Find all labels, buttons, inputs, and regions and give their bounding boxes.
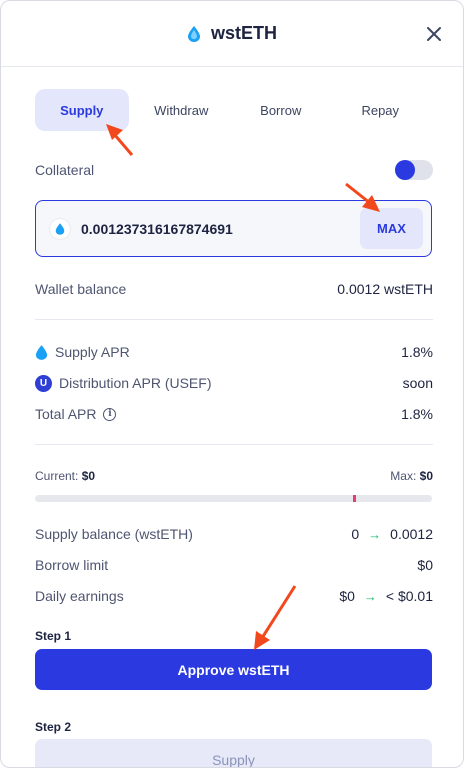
usef-token-icon: U [35,374,52,392]
wsteth-drop-icon [35,344,48,360]
distribution-apr-label: Distribution APR (USEF) [59,375,212,391]
modal-title: wstETH [210,23,277,43]
collateral-row: Collateral [35,159,433,181]
wsteth-drop-icon [187,25,200,42]
action-tabs: Supply Withdraw Borrow Repay [35,89,433,131]
daily-earnings-to: < $0.01 [385,588,433,604]
supply-balance-to: 0.0012 [390,526,433,542]
borrow-progress-bar [35,495,432,502]
distribution-apr-value: soon [402,375,433,391]
borrow-limit-label: Borrow limit [35,557,109,573]
step-1-label: Step 1 [35,629,72,643]
progress-marker [352,495,356,502]
wallet-balance-label: Wallet balance [35,281,127,297]
toggle-knob [395,160,415,180]
step-2-label: Step 2 [35,720,72,734]
collateral-label: Collateral [35,162,95,178]
wsteth-token-icon [50,218,70,239]
supply-apr-row: Supply APR 1.8% [35,342,433,362]
borrow-limit-value: $0 [417,557,433,573]
max-label: Max: [390,469,417,483]
max-button[interactable]: MAX [360,208,423,249]
supply-balance-label: Supply balance (wstETH) [35,526,193,542]
supply-modal: wstETH Supply Withdraw Borrow Repay Coll… [0,0,464,768]
approve-button[interactable]: Approve wstETH [35,649,432,690]
current-label: Current: [35,469,79,483]
supply-button[interactable]: Supply [35,739,432,767]
daily-earnings-row: Daily earnings $0 → < $0.01 [35,586,433,606]
info-icon[interactable]: i [103,407,117,421]
divider [35,319,433,320]
current-value: $0 [81,469,96,483]
tab-supply[interactable]: Supply [35,89,129,131]
supply-balance-row: Supply balance (wstETH) 0 → 0.0012 [35,524,433,544]
close-icon[interactable] [423,23,445,45]
divider [35,444,433,445]
supply-apr-value: 1.8% [401,344,433,360]
tab-withdraw[interactable]: Withdraw [135,89,229,131]
supply-apr-label: Supply APR [55,344,130,360]
borrow-progress-labels: Current: $0 Max: $0 [35,469,433,483]
amount-input-box: MAX [35,200,432,257]
wallet-balance-row: Wallet balance 0.0012 wstETH [35,279,433,299]
modal-header: wstETH [1,1,463,67]
tab-repay[interactable]: Repay [334,89,428,131]
arrow-right-icon: → [368,527,382,542]
amount-input[interactable] [81,220,360,237]
arrow-right-icon: → [363,589,377,604]
distribution-apr-row: U Distribution APR (USEF) soon [35,373,433,393]
collateral-toggle[interactable] [395,160,433,180]
header-title-group: wstETH [187,23,277,44]
borrow-limit-row: Borrow limit $0 [35,555,433,575]
daily-earnings-label: Daily earnings [35,588,124,604]
total-apr-row: Total APR i 1.8% [35,404,433,424]
supply-balance-from: 0 [351,526,360,542]
max-value: $0 [419,469,433,483]
tab-borrow[interactable]: Borrow [234,89,328,131]
total-apr-value: 1.8% [401,406,433,422]
daily-earnings-from: $0 [339,588,355,604]
total-apr-label: Total APR [35,406,97,422]
wallet-balance-value: 0.0012 wstETH [337,281,433,297]
